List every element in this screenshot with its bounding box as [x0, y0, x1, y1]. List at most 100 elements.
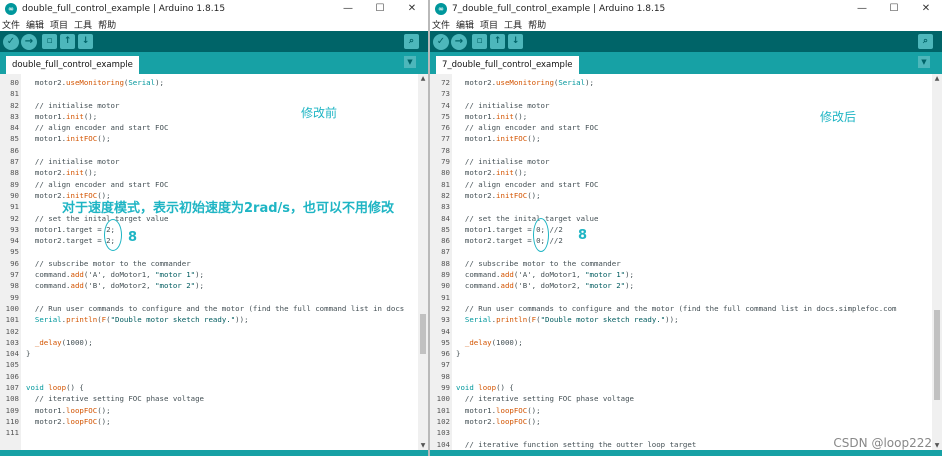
code-line[interactable]: 88 // subscribe motor to the commander	[430, 258, 932, 269]
scrollbar-thumb[interactable]	[420, 314, 426, 354]
code-line[interactable]: 94 motor2.target = 2;	[0, 235, 418, 246]
code-line[interactable]: 77 motor1.initFOC();	[430, 133, 932, 144]
menu-sketch[interactable]: 项目	[50, 18, 68, 31]
code-line[interactable]: 98	[430, 371, 932, 382]
menu-file[interactable]: 文件	[432, 18, 450, 31]
close-button[interactable]: ✕	[396, 3, 428, 14]
scroll-down-icon[interactable]: ▼	[418, 441, 428, 450]
menu-edit[interactable]: 编辑	[456, 18, 474, 31]
tab-menu-icon[interactable]: ▼	[404, 56, 416, 68]
vertical-scrollbar[interactable]: ▲ ▼	[418, 74, 428, 450]
code-line[interactable]: 75 motor1.init();	[430, 111, 932, 122]
code-line[interactable]: 99	[0, 292, 418, 303]
scrollbar-thumb[interactable]	[934, 310, 940, 400]
code-line[interactable]: 84 // align encoder and start FOC	[0, 122, 418, 133]
code-line[interactable]: 110 motor2.loopFOC();	[0, 416, 418, 427]
scroll-down-icon[interactable]: ▼	[932, 441, 942, 450]
menu-tools[interactable]: 工具	[74, 18, 92, 31]
code-line[interactable]: 90 command.add('B', doMotor2, "motor 2")…	[430, 280, 932, 291]
code-line[interactable]: 95	[0, 246, 418, 257]
code-line[interactable]: 107 void loop() {	[0, 382, 418, 393]
code-line[interactable]: 89 // align encoder and start FOC	[0, 179, 418, 190]
new-sketch-button[interactable]: ▫	[472, 34, 487, 49]
menu-tools[interactable]: 工具	[504, 18, 522, 31]
code-line[interactable]: 84 // set the inital target value	[430, 213, 932, 224]
code-line[interactable]: 82 // initialise motor	[0, 100, 418, 111]
code-line[interactable]: 94	[430, 326, 932, 337]
code-line[interactable]: 79 // initialise motor	[430, 156, 932, 167]
code-line[interactable]: 83 motor1.init();	[0, 111, 418, 122]
code-line[interactable]: 99 void loop() {	[430, 382, 932, 393]
code-line[interactable]: 97	[430, 359, 932, 370]
code-line[interactable]: 81 // align encoder and start FOC	[430, 179, 932, 190]
code-line[interactable]: 102 motor2.loopFOC();	[430, 416, 932, 427]
code-line[interactable]: 88 motor2.init();	[0, 167, 418, 178]
code-line[interactable]: 96 // subscribe motor to the commander	[0, 258, 418, 269]
code-line[interactable]: 85 motor1.initFOC();	[0, 133, 418, 144]
code-line[interactable]: 102	[0, 326, 418, 337]
code-line[interactable]: 74 // initialise motor	[430, 100, 932, 111]
code-line[interactable]: 86	[0, 145, 418, 156]
code-line[interactable]: 78	[430, 145, 932, 156]
tab-menu-icon[interactable]: ▼	[918, 56, 930, 68]
save-sketch-button[interactable]: ↓	[508, 34, 523, 49]
code-line[interactable]: 95 _delay(1000);	[430, 337, 932, 348]
menu-help[interactable]: 帮助	[528, 18, 546, 31]
code-line[interactable]: 76 // align encoder and start FOC	[430, 122, 932, 133]
sketch-tab[interactable]: double_full_control_example	[6, 56, 139, 74]
code-editor[interactable]: 80 motor2.useMonitoring(Serial); 81 82 //…	[0, 74, 428, 450]
code-line[interactable]: 101 motor1.loopFOC();	[430, 405, 932, 416]
code-line[interactable]: 87	[430, 246, 932, 257]
sketch-tab[interactable]: 7_double_full_control_example	[436, 56, 579, 74]
upload-button[interactable]: →	[21, 33, 37, 50]
code-line[interactable]: 109 motor1.loopFOC();	[0, 405, 418, 416]
code-line[interactable]: 103 _delay(1000);	[0, 337, 418, 348]
upload-button[interactable]: →	[451, 33, 467, 50]
code-line[interactable]: 85 motor1.target = 0; //2	[430, 224, 932, 235]
open-sketch-button[interactable]: ↑	[60, 34, 75, 49]
code-line[interactable]: 97 command.add('A', doMotor1, "motor 1")…	[0, 269, 418, 280]
code-line[interactable]: 73	[430, 88, 932, 99]
code-line[interactable]: 92 // Run user commands to configure and…	[430, 303, 932, 314]
verify-button[interactable]: ✓	[433, 33, 449, 50]
code-line[interactable]: 101 Serial.println(F("Double motor sketc…	[0, 314, 418, 325]
code-line[interactable]: 93 motor1.target = 2;	[0, 224, 418, 235]
verify-button[interactable]: ✓	[3, 33, 19, 50]
code-line[interactable]: 105	[0, 359, 418, 370]
serial-monitor-button[interactable]: ⌕	[404, 34, 419, 49]
code-line[interactable]: 93 Serial.println(F("Double motor sketch…	[430, 314, 932, 325]
menu-help[interactable]: 帮助	[98, 18, 116, 31]
code-line[interactable]: 80 motor2.useMonitoring(Serial);	[0, 77, 418, 88]
code-line[interactable]: 108 // iterative setting FOC phase volta…	[0, 393, 418, 404]
save-sketch-button[interactable]: ↓	[78, 34, 93, 49]
code-line[interactable]: 86 motor2.target = 0; //2	[430, 235, 932, 246]
vertical-scrollbar[interactable]: ▲ ▼	[932, 74, 942, 450]
code-editor[interactable]: 72 motor2.useMonitoring(Serial); 73 74 //…	[430, 74, 942, 450]
maximize-button[interactable]: ☐	[364, 3, 396, 14]
scroll-up-icon[interactable]: ▲	[418, 74, 428, 83]
code-line[interactable]: 104}	[0, 348, 418, 359]
maximize-button[interactable]: ☐	[878, 3, 910, 14]
scroll-up-icon[interactable]: ▲	[932, 74, 942, 83]
new-sketch-button[interactable]: ▫	[42, 34, 57, 49]
open-sketch-button[interactable]: ↑	[490, 34, 505, 49]
menu-file[interactable]: 文件	[2, 18, 20, 31]
code-line[interactable]: 87 // initialise motor	[0, 156, 418, 167]
code-line[interactable]: 111	[0, 427, 418, 438]
close-button[interactable]: ✕	[910, 3, 942, 14]
code-line[interactable]: 100 // Run user commands to configure an…	[0, 303, 418, 314]
code-line[interactable]: 89 command.add('A', doMotor1, "motor 1")…	[430, 269, 932, 280]
code-line[interactable]: 72 motor2.useMonitoring(Serial);	[430, 77, 932, 88]
minimize-button[interactable]: —	[332, 3, 364, 14]
menu-edit[interactable]: 编辑	[26, 18, 44, 31]
code-line[interactable]: 100 // iterative setting FOC phase volta…	[430, 393, 932, 404]
code-line[interactable]: 80 motor2.init();	[430, 167, 932, 178]
code-line[interactable]: 98 command.add('B', doMotor2, "motor 2")…	[0, 280, 418, 291]
code-line[interactable]: 82 motor2.initFOC();	[430, 190, 932, 201]
code-line[interactable]: 81	[0, 88, 418, 99]
minimize-button[interactable]: —	[846, 3, 878, 14]
code-line[interactable]: 96}	[430, 348, 932, 359]
code-line[interactable]: 91	[430, 292, 932, 303]
code-line[interactable]: 106	[0, 371, 418, 382]
serial-monitor-button[interactable]: ⌕	[918, 34, 933, 49]
